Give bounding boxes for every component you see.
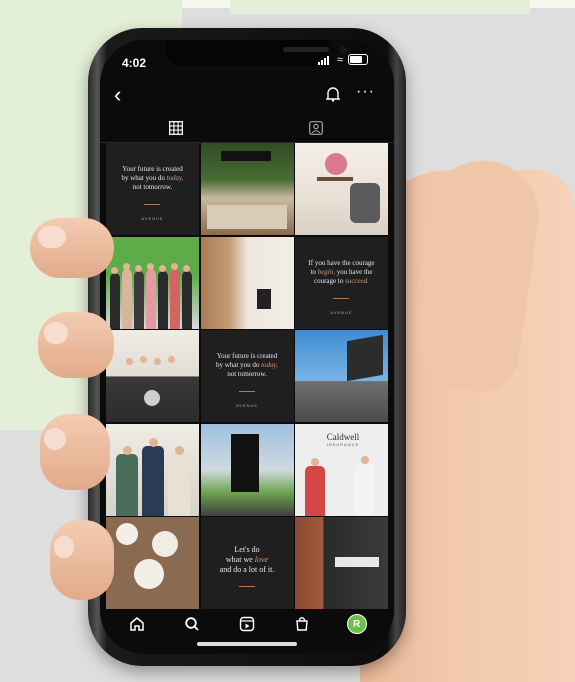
brand-mark: AVENUE	[141, 216, 164, 221]
phone-screen: 4:02 ≈ ‹ ··· Your future is created by w…	[100, 40, 394, 654]
bottom-nav: R	[100, 602, 394, 646]
home-icon[interactable]	[123, 610, 151, 638]
hand-finger	[40, 414, 110, 490]
bell-icon[interactable]	[325, 86, 341, 107]
signal-icon	[317, 55, 332, 65]
hand-finger	[38, 312, 114, 378]
flowers	[325, 153, 347, 175]
plate	[116, 523, 138, 545]
post-quote: Your future is created by what you do to…	[215, 352, 279, 378]
table	[317, 177, 353, 181]
post-tile[interactable]	[106, 236, 199, 329]
grid-icon	[169, 121, 183, 135]
divider-line	[144, 204, 160, 205]
post-tile[interactable]: Your future is created by what you do to…	[200, 330, 294, 422]
fingernail	[38, 226, 66, 248]
more-options-icon[interactable]: ···	[356, 83, 375, 101]
building-sign	[347, 334, 383, 382]
brand-mark: AVENUE	[235, 403, 259, 408]
logo-mark	[144, 390, 160, 406]
search-icon[interactable]	[178, 610, 206, 638]
status-time: 4:02	[122, 56, 147, 70]
avatar: R	[346, 614, 367, 634]
front-camera	[339, 46, 347, 54]
fingernail	[54, 536, 74, 558]
caldwell-sign: Caldwell INSURANCE	[326, 431, 360, 447]
post-tile[interactable]	[295, 517, 388, 609]
directory-board	[230, 433, 259, 492]
post-tile[interactable]	[200, 236, 294, 329]
tab-grid[interactable]	[156, 116, 196, 140]
post-tile[interactable]	[295, 143, 388, 235]
notch	[165, 40, 347, 66]
post-tile[interactable]	[295, 330, 388, 422]
reels-icon[interactable]	[233, 610, 261, 638]
wifi-icon: ≈	[336, 53, 343, 66]
divider-line	[333, 297, 349, 299]
post-tile[interactable]	[106, 423, 199, 516]
back-icon[interactable]: ‹	[114, 84, 121, 106]
tab-tagged[interactable]	[296, 116, 336, 140]
profile-avatar[interactable]: R	[343, 610, 371, 638]
tagged-icon	[309, 121, 323, 135]
battery-icon	[348, 54, 368, 65]
post-tile[interactable]: Your future is created by what you do to…	[106, 143, 199, 235]
post-quote: Your future is created by what you do to…	[121, 165, 184, 191]
plate	[134, 559, 164, 589]
post-tile[interactable]	[200, 423, 294, 516]
plate	[152, 531, 178, 557]
post-quote: If you have the courage to begin, you ha…	[308, 258, 375, 285]
post-quote: Let's do what we love and do a lot of it…	[219, 545, 275, 574]
post-grid: Your future is created by what you do to…	[106, 143, 388, 609]
post-tile[interactable]: Caldwell INSURANCE	[295, 423, 388, 516]
background-accent	[230, 0, 530, 14]
fingernail	[44, 322, 68, 344]
divider-line	[238, 391, 255, 392]
home-indicator[interactable]	[197, 642, 297, 646]
post-tile[interactable]	[106, 330, 199, 422]
side-table	[256, 288, 271, 309]
hand-finger	[50, 520, 114, 600]
speaker	[283, 47, 329, 52]
status-icons: ≈	[317, 53, 368, 66]
post-tile[interactable]	[106, 517, 199, 609]
post-tile[interactable]	[200, 143, 294, 235]
divider-line	[238, 586, 255, 587]
store-sign	[335, 557, 379, 567]
reception-desk	[206, 205, 287, 229]
reception-sign	[220, 151, 271, 161]
post-tile[interactable]: Let's do what we love and do a lot of it…	[200, 517, 294, 609]
brand-mark: AVENUE	[330, 309, 353, 315]
chair	[350, 183, 380, 223]
fingernail	[44, 428, 66, 450]
shop-icon[interactable]	[288, 610, 316, 638]
post-tile[interactable]: If you have the courage to begin, you ha…	[295, 236, 388, 329]
